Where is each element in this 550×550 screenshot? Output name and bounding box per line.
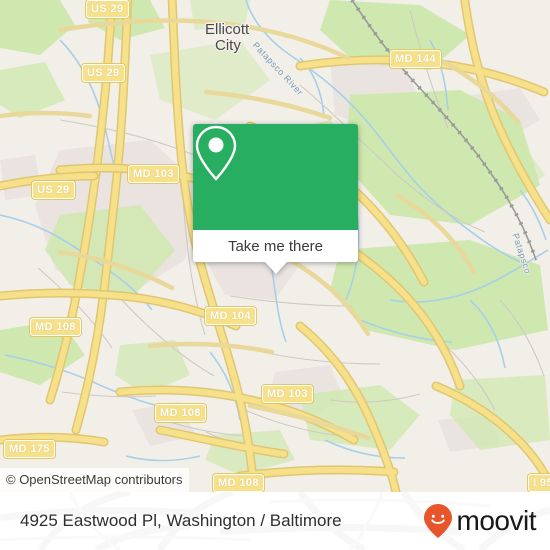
route-shield: I 95: [528, 474, 550, 492]
map-attribution[interactable]: © OpenStreetMap contributors: [0, 468, 189, 492]
map-canvas[interactable]: US 29 MD 144 US 29 MD 103 US 29 MD 104 MD 108 M…: [0, 0, 550, 492]
route-shield: MD 108: [155, 404, 206, 422]
route-shield: MD 175: [4, 440, 55, 458]
route-shield: MD 103: [128, 165, 179, 183]
moovit-brand[interactable]: moovit: [423, 492, 537, 550]
map-screenshot: US 29 MD 144 US 29 MD 103 US 29 MD 104 MD 108 M…: [0, 0, 550, 550]
take-me-there-button[interactable]: Take me there: [193, 230, 358, 262]
location-pin-icon: [195, 125, 237, 181]
place-label: Ellicott: [205, 21, 250, 38]
route-shield: US 29: [82, 64, 125, 82]
route-shield: MD 108: [30, 318, 81, 336]
popup-pointer: [264, 262, 287, 274]
bottom-bar: 4925 Eastwood Pl, Washington / Baltimore…: [0, 492, 550, 550]
route-shield: MD 103: [262, 385, 313, 403]
route-shield: MD 144: [390, 50, 441, 68]
moovit-pin-smiley-icon: [423, 504, 452, 538]
take-me-there-label: Take me there: [227, 237, 324, 255]
address-title: 4925 Eastwood Pl, Washington / Baltimore: [20, 511, 342, 530]
route-shield: MD 108: [213, 474, 264, 492]
location-popup[interactable]: Take me there: [193, 124, 358, 274]
popup-header: [193, 124, 358, 230]
moovit-wordmark: moovit: [456, 505, 537, 536]
place-label: City: [215, 37, 241, 54]
route-shield: MD 104: [205, 307, 256, 325]
route-shield: US 29: [32, 181, 75, 199]
route-shield: US 29: [86, 0, 129, 18]
